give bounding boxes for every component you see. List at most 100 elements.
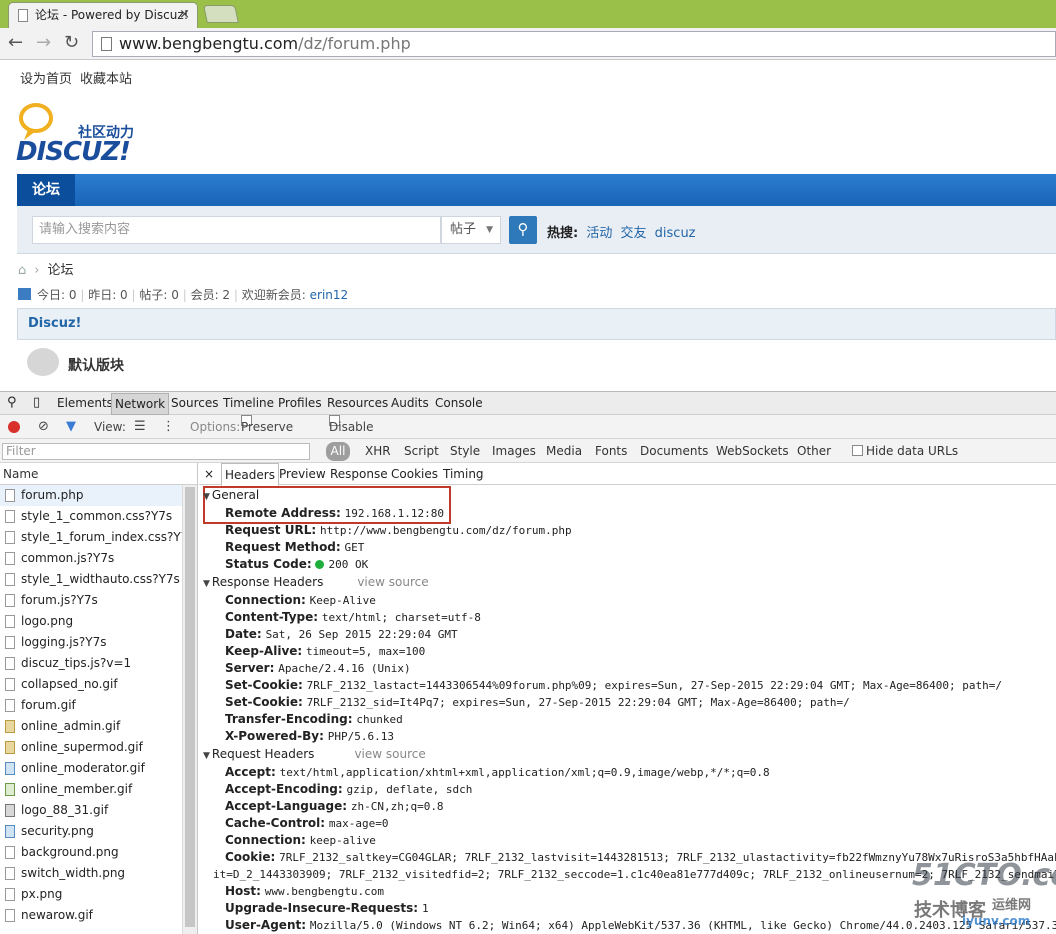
request-row[interactable]: px.png <box>0 884 182 905</box>
inspect-icon[interactable]: ⚲ <box>7 392 17 414</box>
browser-tab[interactable]: 论坛 - Powered by Discuz! × <box>8 2 198 28</box>
watermark: 51CTO.com 技术博客 运维网 iyunv.com <box>912 858 1056 934</box>
filter-documents[interactable]: Documents <box>640 439 708 463</box>
request-row[interactable]: background.png <box>0 842 182 863</box>
tab-cookies[interactable]: Cookies <box>391 463 438 485</box>
new-tab-button[interactable] <box>203 5 239 23</box>
file-icon <box>5 573 15 586</box>
address-bar[interactable]: www.bengbengtu.com/dz/forum.php <box>92 31 1056 57</box>
forum-name[interactable]: 默认版块 <box>68 355 124 375</box>
request-list-scrollbar[interactable] <box>182 485 197 934</box>
file-icon <box>5 594 15 607</box>
request-row[interactable]: style_1_widthauto.css?Y7s <box>0 569 182 590</box>
filter-input[interactable]: Filter <box>2 443 310 460</box>
header-value: text/html,application/xhtml+xml,applicat… <box>279 766 770 779</box>
request-row[interactable]: collapsed_no.gif <box>0 674 182 695</box>
scrollbar-thumb[interactable] <box>185 487 195 927</box>
tab-response[interactable]: Response <box>330 463 388 485</box>
bookmark-link[interactable]: 收藏本站 <box>80 72 132 87</box>
filter-xhr[interactable]: XHR <box>365 439 391 463</box>
header-key: Request URL: <box>225 523 317 537</box>
expand-triangle-icon: ▼ <box>203 579 210 589</box>
panel-profiles[interactable]: Profiles <box>278 392 322 414</box>
panel-sources[interactable]: Sources <box>171 392 218 414</box>
filter-fonts[interactable]: Fonts <box>595 439 627 463</box>
search-input[interactable]: 请输入搜索内容 <box>32 216 441 244</box>
clear-icon[interactable]: ⊘ <box>38 415 49 439</box>
name-column-header[interactable]: Name <box>0 463 197 485</box>
request-name: switch_width.png <box>21 866 126 880</box>
panel-resources[interactable]: Resources <box>327 392 388 414</box>
list-view-icon[interactable]: ☰ <box>134 415 146 439</box>
set-homepage-link[interactable]: 设为首页 <box>20 72 72 87</box>
tab-preview[interactable]: Preview <box>279 463 326 485</box>
section-general[interactable]: ▼ General <box>203 488 259 502</box>
tab-headers[interactable]: Headers <box>221 463 279 486</box>
request-row[interactable]: forum.gif <box>0 695 182 716</box>
request-row[interactable]: online_supermod.gif <box>0 737 182 758</box>
section-request-headers[interactable]: ▼ Request Headers view source <box>203 747 426 761</box>
tab-close-icon[interactable]: × <box>179 3 190 27</box>
filter-other[interactable]: Other <box>797 439 831 463</box>
request-row[interactable]: logo.png <box>0 611 182 632</box>
device-mode-icon[interactable]: ▯ <box>33 392 40 414</box>
filter-images[interactable]: Images <box>492 439 536 463</box>
request-row[interactable]: logo_88_31.gif <box>0 800 182 821</box>
request-row[interactable]: newarow.gif <box>0 905 182 926</box>
request-name: forum.php <box>21 488 84 502</box>
panel-network[interactable]: Network <box>111 393 170 415</box>
request-row[interactable]: forum.js?Y7s <box>0 590 182 611</box>
file-icon <box>5 531 15 544</box>
request-row[interactable]: security.png <box>0 821 182 842</box>
filter-icon[interactable]: ▼ <box>66 415 76 439</box>
filter-style[interactable]: Style <box>450 439 480 463</box>
nav-item-forum[interactable]: 论坛 <box>17 174 75 206</box>
breadcrumb-separator: › <box>34 263 40 278</box>
view-source-link[interactable]: view source <box>354 747 425 761</box>
filter-script[interactable]: Script <box>404 439 439 463</box>
request-row[interactable]: online_moderator.gif <box>0 758 182 779</box>
forum-row[interactable]: 默认版块 <box>17 340 1056 388</box>
panel-audits[interactable]: Audits <box>391 392 429 414</box>
search-button[interactable]: ⚲ <box>509 216 537 244</box>
panel-console[interactable]: Console <box>435 392 483 414</box>
request-row[interactable]: style_1_forum_index.css?Y7s <box>0 527 195 548</box>
section-response-headers[interactable]: ▼ Response Headers view source <box>203 575 429 589</box>
request-row[interactable]: forum.php <box>0 485 182 506</box>
request-row[interactable]: common.js?Y7s <box>0 548 182 569</box>
filter-all-button[interactable]: All <box>326 442 350 461</box>
back-icon[interactable]: ← <box>8 32 23 54</box>
request-row[interactable]: discuz_tips.js?v=1 <box>0 653 182 674</box>
close-detail-icon[interactable]: × <box>204 463 214 485</box>
tab-timing[interactable]: Timing <box>443 463 484 485</box>
checkbox[interactable] <box>852 445 863 456</box>
search-type-select[interactable]: 帖子 ▼ <box>441 216 501 244</box>
panel-elements[interactable]: Elements <box>57 392 113 414</box>
request-list: Name forum.php style_1_common.css?Y7s styl… <box>0 463 198 934</box>
hot-link-activity[interactable]: 活动 <box>586 226 612 241</box>
request-row[interactable]: logging.js?Y7s <box>0 632 182 653</box>
hot-link-friends[interactable]: 交友 <box>621 226 647 241</box>
reload-icon[interactable]: ↻ <box>64 32 79 54</box>
panel-timeline[interactable]: Timeline <box>223 392 274 414</box>
chevron-down-icon: ▼ <box>486 225 493 235</box>
request-row[interactable]: style_1_common.css?Y7s <box>0 506 182 527</box>
request-row[interactable]: online_admin.gif <box>0 716 182 737</box>
hide-data-urls-checkbox[interactable]: Hide data URLs <box>852 439 958 463</box>
home-icon[interactable]: ⌂ <box>18 263 26 278</box>
filter-media[interactable]: Media <box>546 439 582 463</box>
breadcrumb: ⌂ › 论坛 <box>18 259 73 278</box>
hot-link-discuz[interactable]: discuz <box>655 226 696 241</box>
forward-icon[interactable]: → <box>36 32 51 54</box>
request-row[interactable]: online_member.gif <box>0 779 182 800</box>
view-source-link[interactable]: view source <box>357 575 428 589</box>
record-icon[interactable] <box>8 421 20 433</box>
url-path: /dz/forum.php <box>298 34 411 53</box>
breadcrumb-forum[interactable]: 论坛 <box>47 263 73 278</box>
new-member-link[interactable]: erin12 <box>310 288 349 302</box>
filter-websockets[interactable]: WebSockets <box>716 439 789 463</box>
discuz-logo[interactable]: 社区动力 DISCUZ! <box>16 100 156 170</box>
category-header[interactable]: Discuz! <box>17 308 1056 340</box>
waterfall-icon[interactable]: ⋮ <box>162 415 175 439</box>
request-row[interactable]: switch_width.png <box>0 863 182 884</box>
